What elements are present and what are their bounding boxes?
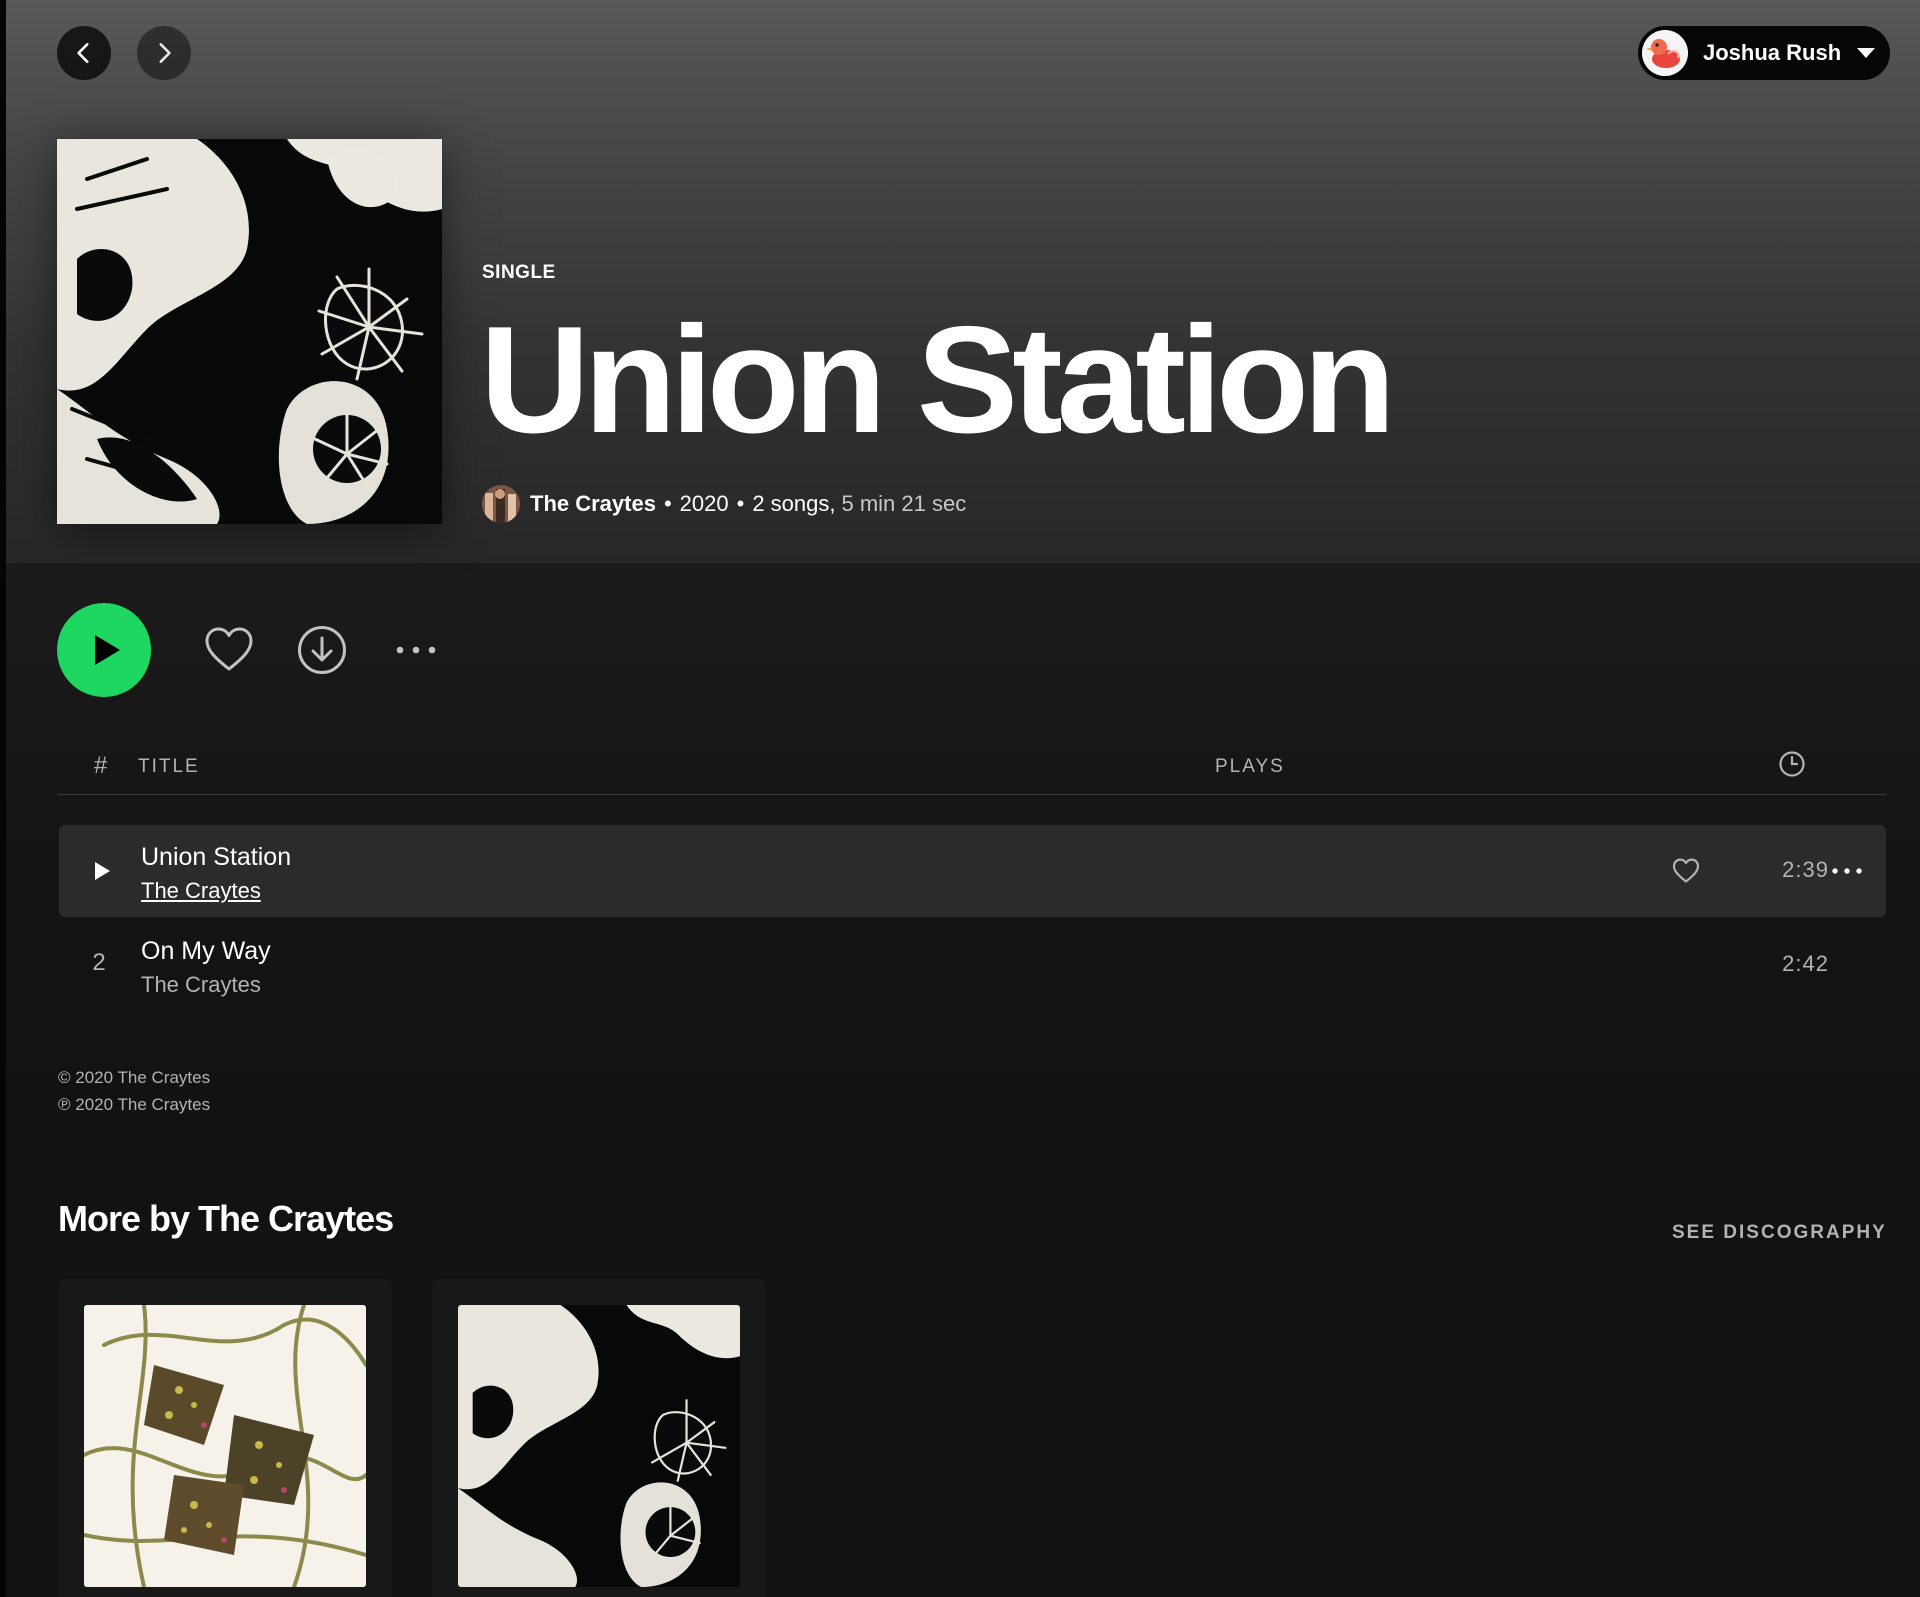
- artist-link[interactable]: The Craytes: [530, 491, 656, 517]
- more-icon[interactable]: [1829, 861, 1865, 881]
- album-type-label: SINGLE: [482, 262, 556, 283]
- tracklist-header: # TITLE PLAYS: [58, 748, 1886, 795]
- column-plays: PLAYS: [1215, 756, 1285, 777]
- meta-separator: •: [736, 491, 745, 516]
- track-title: Union Station: [141, 843, 292, 871]
- table-row[interactable]: Union Station The Craytes 2:39: [59, 825, 1886, 917]
- album-title: Union Station: [480, 295, 1396, 465]
- more-by-heading[interactable]: More by The Craytes: [58, 1198, 394, 1240]
- play-icon: [95, 635, 120, 665]
- track-duration: 2:42: [1782, 951, 1829, 976]
- album-year: 2020: [679, 491, 729, 516]
- album-meta: The Craytes • 2020 • 2 songs, 5 min 21 s…: [482, 485, 967, 523]
- user-menu-button[interactable]: Joshua Rush: [1638, 26, 1890, 80]
- copyright-line: © 2020 The Craytes: [58, 1068, 211, 1087]
- chevron-right-icon: [159, 43, 171, 63]
- see-discography-link[interactable]: SEE DISCOGRAPHY: [1672, 1222, 1886, 1244]
- meta-separator: •: [663, 491, 672, 516]
- album-page: Joshua Rush SINGLE Union Station The Cra…: [0, 0, 1920, 1597]
- clock-icon: [1779, 751, 1805, 777]
- forward-button[interactable]: [137, 26, 191, 80]
- track-artist-link[interactable]: The Craytes: [141, 878, 261, 904]
- more-options-button[interactable]: [390, 630, 442, 670]
- album-duration: 5 min 21 sec: [841, 491, 967, 516]
- album-card[interactable]: [432, 1279, 766, 1597]
- table-row[interactable]: 2 On My Way The Craytes 2:42: [59, 919, 1886, 1011]
- chevron-left-icon: [77, 43, 89, 63]
- track-number: 2: [92, 949, 106, 976]
- album-cover: [57, 139, 442, 524]
- album-card[interactable]: [58, 1279, 392, 1597]
- user-name: Joshua Rush: [1703, 40, 1842, 65]
- album-card-cover: [458, 1305, 740, 1587]
- track-duration: 2:39: [1782, 857, 1829, 882]
- like-button[interactable]: [201, 622, 257, 678]
- download-button[interactable]: [296, 624, 348, 676]
- song-count: 2 songs,: [752, 491, 836, 516]
- heart-icon: [205, 627, 253, 671]
- column-number: #: [94, 752, 108, 779]
- album-card-cover: [84, 1305, 366, 1587]
- more-icon: [396, 646, 436, 654]
- phonographic-copyright-line: ℗ 2020 The Craytes: [58, 1095, 211, 1114]
- play-button[interactable]: [57, 603, 151, 697]
- track-title: On My Way: [141, 937, 271, 965]
- back-button[interactable]: [57, 26, 111, 80]
- heart-icon[interactable]: [1671, 856, 1701, 886]
- caret-down-icon: [1857, 48, 1876, 58]
- track-artist-link[interactable]: The Craytes: [141, 972, 261, 998]
- column-title: TITLE: [138, 756, 200, 777]
- artist-avatar[interactable]: [482, 485, 520, 523]
- row-play-icon[interactable]: [95, 862, 110, 880]
- download-icon: [298, 626, 346, 674]
- avatar: [1642, 30, 1688, 76]
